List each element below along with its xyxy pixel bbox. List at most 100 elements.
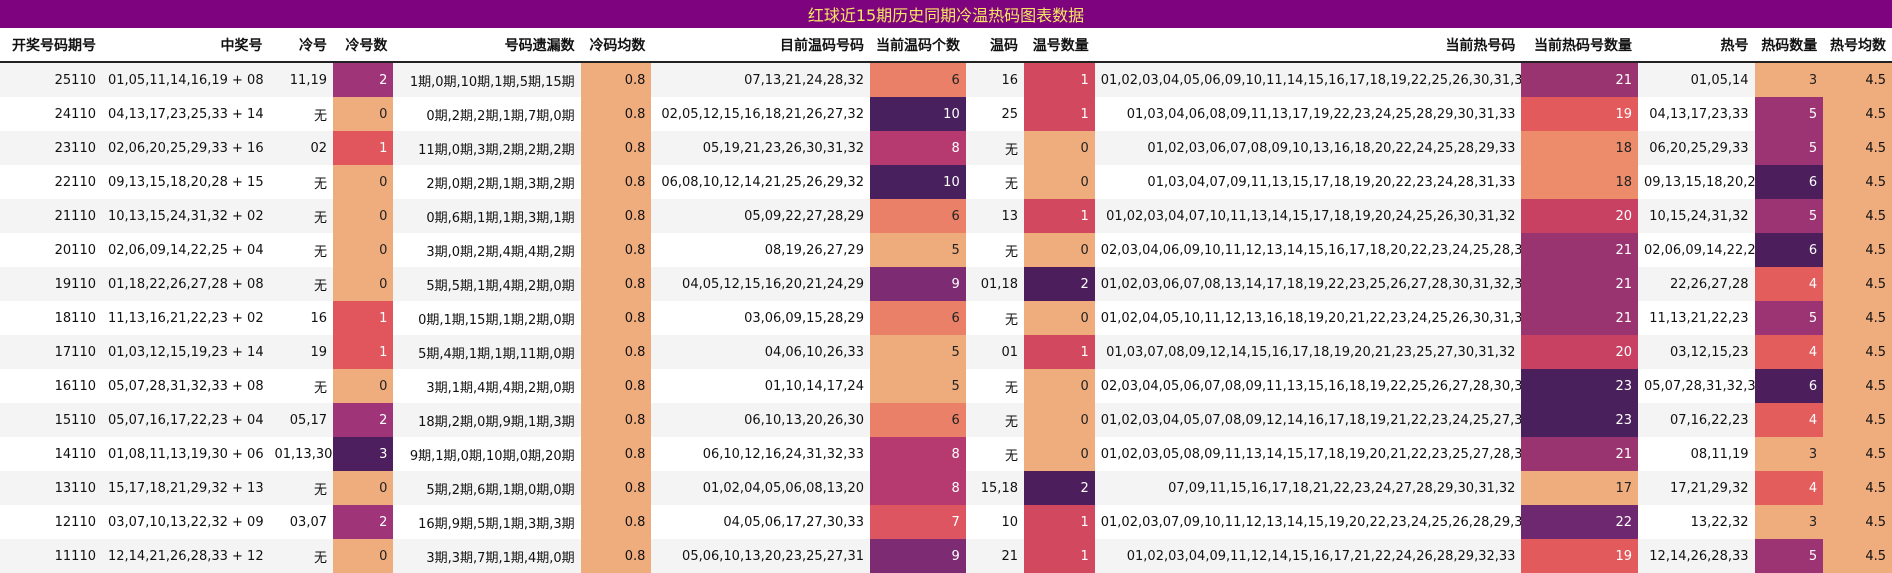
col-header-cold-numbers: 冷号 bbox=[268, 29, 333, 63]
hot-code-cell: 09,13,15,18,20,28 bbox=[1637, 165, 1755, 199]
cold-avg-cell: 0.8 bbox=[580, 301, 652, 335]
table-row: 19110 01,18,22,26,27,28 + 08 无 0 5期,5期,1期,4期… bbox=[0, 267, 1892, 301]
col-header-hot-code: 热号 bbox=[1637, 29, 1755, 63]
warm-code-count-cell: 2 bbox=[1023, 471, 1095, 505]
hot-code-cell: 11,13,21,22,23 bbox=[1637, 301, 1755, 335]
warm-numbers-cell: 05,19,21,23,26,30,31,32 bbox=[651, 131, 870, 165]
col-header-hot-avg: 热号均数 bbox=[1823, 29, 1892, 63]
missing-counts-cell: 3期,0期,2期,4期,4期,2期 bbox=[393, 233, 581, 267]
winning-numbers-cell: 04,13,17,23,25,33 + 14 bbox=[101, 97, 269, 131]
warm-code-cell: 10 bbox=[965, 505, 1024, 539]
warm-code-count-cell: 0 bbox=[1023, 301, 1095, 335]
hot-code-cell: 22,26,27,28 bbox=[1637, 267, 1755, 301]
cold-numbers-cell: 无 bbox=[268, 539, 333, 573]
winning-numbers-cell: 05,07,16,17,22,23 + 04 bbox=[101, 403, 269, 437]
hot-code-cell: 02,06,09,14,22,25 bbox=[1637, 233, 1755, 267]
hot-code-count-cell: 4 bbox=[1754, 403, 1824, 437]
table-row: 12110 03,07,10,13,22,32 + 09 03,07 2 16期,9期,… bbox=[0, 505, 1892, 539]
hot-numbers-cell: 01,02,03,06,07,08,13,14,17,18,19,22,23,2… bbox=[1094, 267, 1522, 301]
winning-numbers-cell: 10,13,15,24,31,32 + 02 bbox=[101, 199, 269, 233]
warm-code-count-cell: 1 bbox=[1023, 97, 1095, 131]
hot-code-cell: 01,05,14 bbox=[1637, 62, 1755, 97]
issue-cell: 24110 bbox=[0, 97, 102, 131]
cold-numbers-cell: 01,13,30 bbox=[268, 437, 333, 471]
hot-code-count-cell: 6 bbox=[1754, 233, 1824, 267]
cold-count-cell: 0 bbox=[333, 199, 394, 233]
winning-numbers-cell: 01,08,11,13,19,30 + 06 bbox=[101, 437, 269, 471]
hot-count-cell: 17 bbox=[1521, 471, 1638, 505]
hot-code-count-cell: 3 bbox=[1754, 437, 1824, 471]
cold-count-cell: 0 bbox=[333, 471, 394, 505]
hot-code-count-cell: 5 bbox=[1754, 131, 1824, 165]
hot-avg-cell: 4.5 bbox=[1823, 199, 1892, 233]
table-row: 18110 11,13,16,21,22,23 + 02 16 1 0期,1期,15期,… bbox=[0, 301, 1892, 335]
winning-numbers-cell: 05,07,28,31,32,33 + 08 bbox=[101, 369, 269, 403]
hot-code-cell: 08,11,19 bbox=[1637, 437, 1755, 471]
issue-cell: 23110 bbox=[0, 131, 102, 165]
cold-count-cell: 0 bbox=[333, 369, 394, 403]
table-row: 22110 09,13,15,18,20,28 + 15 无 0 2期,0期,2期,1期… bbox=[0, 165, 1892, 199]
hot-avg-cell: 4.5 bbox=[1823, 301, 1892, 335]
col-header-issue: 开奖号码期号 bbox=[0, 29, 102, 63]
issue-cell: 25110 bbox=[0, 62, 102, 97]
warm-code-count-cell: 0 bbox=[1023, 369, 1095, 403]
cold-avg-cell: 0.8 bbox=[580, 539, 652, 573]
hot-numbers-cell: 01,03,04,06,08,09,11,13,17,19,22,23,24,2… bbox=[1094, 97, 1522, 131]
cold-avg-cell: 0.8 bbox=[580, 505, 652, 539]
issue-cell: 19110 bbox=[0, 267, 102, 301]
missing-counts-cell: 18期,2期,0期,9期,1期,3期 bbox=[393, 403, 581, 437]
table-row: 13110 15,17,18,21,29,32 + 13 无 0 5期,2期,6期,1期… bbox=[0, 471, 1892, 505]
issue-cell: 13110 bbox=[0, 471, 102, 505]
warm-code-count-cell: 0 bbox=[1023, 403, 1095, 437]
cold-count-cell: 0 bbox=[333, 539, 394, 573]
cold-avg-cell: 0.8 bbox=[580, 62, 652, 97]
warm-code-count-cell: 0 bbox=[1023, 437, 1095, 471]
col-header-warm-code: 温码 bbox=[965, 29, 1024, 63]
warm-numbers-cell: 04,06,10,26,33 bbox=[651, 335, 870, 369]
table-row: 23110 02,06,20,25,29,33 + 16 02 1 11期,0期,3期,… bbox=[0, 131, 1892, 165]
warm-code-cell: 无 bbox=[965, 369, 1024, 403]
table-row: 11110 12,14,21,26,28,33 + 12 无 0 3期,3期,7期,1期… bbox=[0, 539, 1892, 573]
warm-count-cell: 5 bbox=[869, 335, 966, 369]
issue-cell: 12110 bbox=[0, 505, 102, 539]
issue-cell: 18110 bbox=[0, 301, 102, 335]
missing-counts-cell: 3期,3期,7期,1期,4期,0期 bbox=[393, 539, 581, 573]
hot-numbers-cell: 01,02,03,04,07,10,11,13,14,15,17,18,19,2… bbox=[1094, 199, 1522, 233]
hot-avg-cell: 4.5 bbox=[1823, 165, 1892, 199]
hot-code-count-cell: 6 bbox=[1754, 165, 1824, 199]
hot-code-count-cell: 4 bbox=[1754, 267, 1824, 301]
table-row: 17110 01,03,12,15,19,23 + 14 19 1 5期,4期,1期,1… bbox=[0, 335, 1892, 369]
warm-count-cell: 6 bbox=[869, 403, 966, 437]
table-body: 25110 01,05,11,14,16,19 + 08 11,19 2 1期,0期,1… bbox=[0, 62, 1892, 573]
hot-code-count-cell: 5 bbox=[1754, 97, 1824, 131]
warm-count-cell: 8 bbox=[869, 471, 966, 505]
warm-numbers-cell: 06,08,10,12,14,21,25,26,29,32 bbox=[651, 165, 870, 199]
missing-counts-cell: 5期,2期,6期,1期,0期,0期 bbox=[393, 471, 581, 505]
warm-count-cell: 10 bbox=[869, 165, 966, 199]
hot-avg-cell: 4.5 bbox=[1823, 97, 1892, 131]
cold-count-cell: 2 bbox=[333, 62, 394, 97]
missing-counts-cell: 9期,1期,0期,10期,0期,20期 bbox=[393, 437, 581, 471]
hot-numbers-cell: 01,02,04,05,10,11,12,13,16,18,19,20,21,2… bbox=[1094, 301, 1522, 335]
warm-count-cell: 6 bbox=[869, 199, 966, 233]
winning-numbers-cell: 01,03,12,15,19,23 + 14 bbox=[101, 335, 269, 369]
col-header-cold-count: 冷号数 bbox=[333, 29, 394, 63]
table-row: 14110 01,08,11,13,19,30 + 06 01,13,30 3 9期,1… bbox=[0, 437, 1892, 471]
warm-numbers-cell: 05,06,10,13,20,23,25,27,31 bbox=[651, 539, 870, 573]
cold-avg-cell: 0.8 bbox=[580, 233, 652, 267]
hot-numbers-cell: 01,02,03,04,09,11,12,14,15,16,17,21,22,2… bbox=[1094, 539, 1522, 573]
warm-code-cell: 25 bbox=[965, 97, 1024, 131]
hot-avg-cell: 4.5 bbox=[1823, 267, 1892, 301]
warm-numbers-cell: 08,19,26,27,29 bbox=[651, 233, 870, 267]
hot-numbers-cell: 02,03,04,05,06,07,08,09,11,13,15,16,18,1… bbox=[1094, 369, 1522, 403]
warm-code-cell: 01 bbox=[965, 335, 1024, 369]
warm-code-cell: 无 bbox=[965, 437, 1024, 471]
winning-numbers-cell: 02,06,09,14,22,25 + 04 bbox=[101, 233, 269, 267]
cold-count-cell: 0 bbox=[333, 165, 394, 199]
cold-avg-cell: 0.8 bbox=[580, 437, 652, 471]
hot-code-cell: 12,14,26,28,33 bbox=[1637, 539, 1755, 573]
warm-count-cell: 6 bbox=[869, 301, 966, 335]
col-header-winning-numbers: 中奖号 bbox=[101, 29, 269, 63]
warm-numbers-cell: 06,10,13,20,26,30 bbox=[651, 403, 870, 437]
issue-cell: 16110 bbox=[0, 369, 102, 403]
